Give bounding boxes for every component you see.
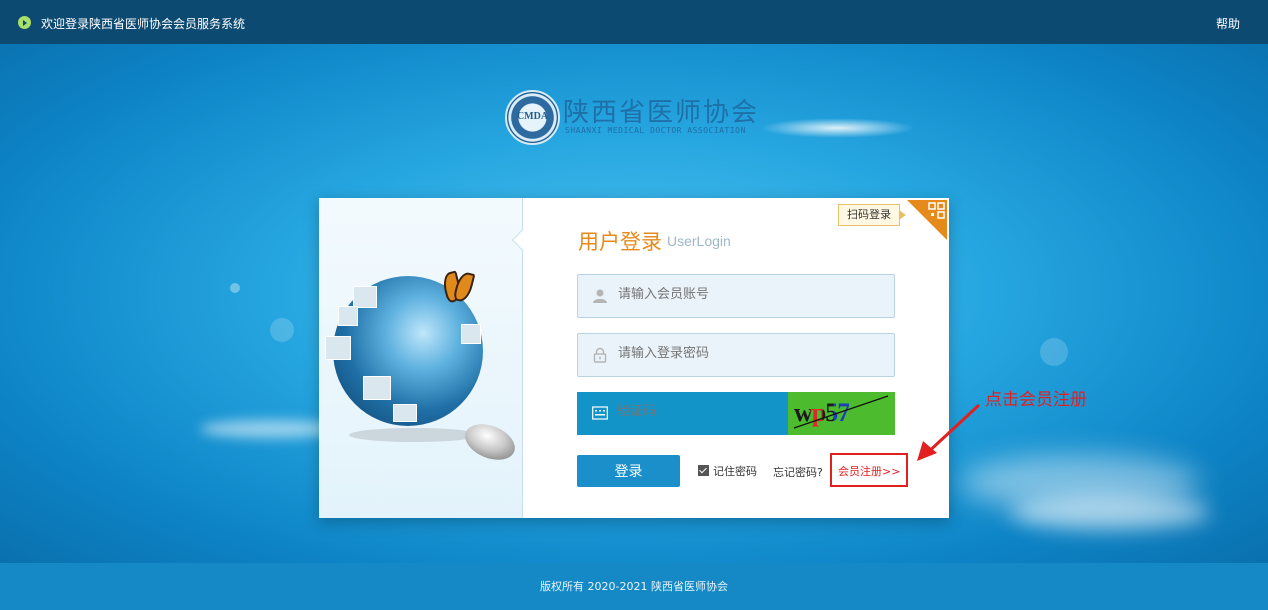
puzzle-piece bbox=[461, 324, 481, 344]
login-card: 用户登录 UserLogin 扫码登录 请输入会员账号 验证码 wp57 登录 … bbox=[319, 198, 949, 518]
captcha-field[interactable] bbox=[577, 392, 788, 435]
footer: 版权所有 2020-2021 陕西省医师协会 bbox=[0, 563, 1268, 610]
keyboard-icon bbox=[592, 406, 608, 420]
login-title: 用户登录 bbox=[578, 230, 662, 254]
username-field[interactable] bbox=[577, 274, 895, 318]
login-form: 用户登录 UserLogin 扫码登录 请输入会员账号 验证码 wp57 登录 … bbox=[524, 198, 949, 518]
register-highlight-box: 会员注册>> bbox=[830, 453, 908, 487]
seal-text: CMDA bbox=[516, 111, 549, 122]
puzzle-piece bbox=[353, 286, 377, 308]
play-icon bbox=[18, 16, 31, 29]
remember-checkbox[interactable] bbox=[698, 465, 709, 476]
puzzle-piece bbox=[325, 336, 351, 360]
password-field[interactable] bbox=[577, 333, 895, 377]
association-seal-logo: CMDA bbox=[505, 90, 560, 145]
qr-code-icon[interactable] bbox=[907, 200, 947, 240]
remember-password[interactable]: 记住密码 bbox=[698, 463, 757, 479]
forgot-password-link[interactable]: 忘记密码? bbox=[773, 464, 823, 480]
butterfly-illustration bbox=[444, 270, 470, 304]
password-input[interactable] bbox=[618, 346, 878, 361]
computer-mouse-illustration bbox=[459, 417, 521, 467]
login-title-en: UserLogin bbox=[667, 233, 731, 249]
puzzle-piece bbox=[338, 306, 358, 326]
association-name: 陕西省医师协会 bbox=[563, 98, 760, 128]
background-bokeh bbox=[230, 283, 240, 293]
login-button[interactable]: 登录 bbox=[577, 455, 680, 487]
captcha-input[interactable] bbox=[617, 404, 777, 419]
username-input[interactable] bbox=[618, 287, 878, 302]
annotation-text: 点击会员注册 bbox=[985, 390, 1087, 410]
copyright-text: 版权所有 2020-2021 陕西省医师协会 bbox=[540, 580, 728, 593]
captcha-image[interactable]: wp57 bbox=[788, 392, 895, 435]
background-bokeh bbox=[1040, 338, 1068, 366]
logo-swoosh bbox=[760, 118, 915, 138]
puzzle-piece bbox=[393, 404, 417, 422]
qr-login-tab[interactable]: 扫码登录 bbox=[838, 204, 906, 226]
user-icon bbox=[593, 289, 607, 303]
annotation-arrow-icon bbox=[917, 403, 981, 461]
association-subtitle: SHAANXI MEDICAL DOCTOR ASSOCIATION bbox=[565, 126, 746, 135]
lock-icon bbox=[593, 347, 607, 363]
help-link[interactable]: 帮助 bbox=[1216, 15, 1240, 32]
remember-label: 记住密码 bbox=[713, 465, 757, 478]
member-register-link[interactable]: 会员注册>> bbox=[838, 463, 900, 479]
background-bokeh bbox=[270, 318, 294, 342]
welcome-text: 欢迎登录陕西省医师协会会员服务系统 bbox=[41, 17, 246, 31]
puzzle-piece bbox=[363, 376, 391, 400]
login-illustration-panel bbox=[319, 198, 535, 518]
captcha-noise-line bbox=[793, 395, 889, 429]
background-cloud bbox=[1010, 495, 1210, 530]
top-bar: 欢迎登录陕西省医师协会会员服务系统 帮助 bbox=[0, 0, 1268, 44]
globe-shadow bbox=[349, 428, 479, 442]
